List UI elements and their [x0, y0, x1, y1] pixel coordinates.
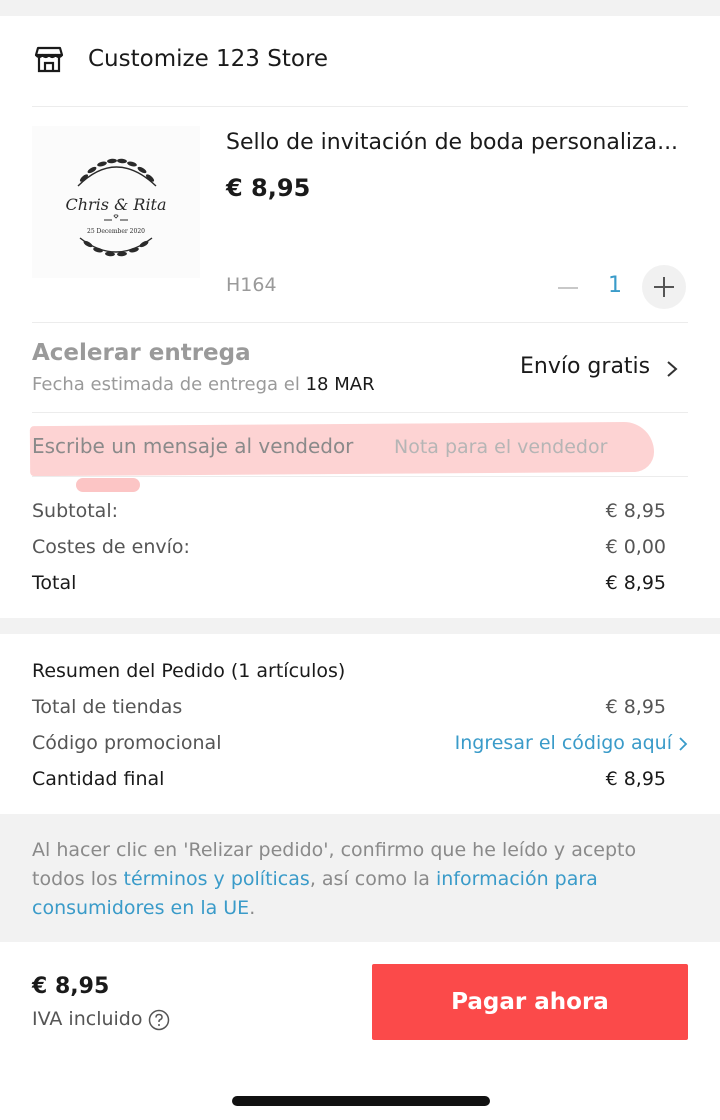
- vat-label: IVA incluido: [32, 1008, 143, 1030]
- svg-text:Chris & Rita: Chris & Rita: [65, 195, 166, 214]
- plus-icon: [654, 277, 674, 297]
- shipping-cost-label: Costes de envío:: [32, 536, 190, 558]
- quantity-decrease-button[interactable]: [548, 268, 588, 308]
- wreath-stamp-image: Chris & Rita 25 December 2020: [65, 158, 167, 257]
- seller-note-input[interactable]: [390, 432, 650, 462]
- delivery-option-title[interactable]: Acelerar entrega: [32, 340, 251, 366]
- product-price: € 8,95: [226, 174, 311, 202]
- product-image[interactable]: Chris & Rita 25 December 2020: [32, 126, 200, 278]
- subtotal-value: € 8,95: [605, 500, 666, 522]
- chevron-right-icon: [679, 736, 688, 751]
- checkout-footer: € 8,95 IVA incluido Pagar ahora: [0, 942, 720, 1120]
- product-sku: H164: [226, 274, 277, 296]
- legal-notice: Al hacer clic en 'Relizar pedido', confi…: [32, 836, 688, 923]
- highlight-marker-tail: [76, 478, 140, 492]
- footer-price: € 8,95: [32, 974, 110, 999]
- promo-code-link-text: Ingresar el código aquí: [454, 732, 672, 754]
- store-card: Customize 123 Store Chris & Rita 25 Dece…: [0, 16, 720, 618]
- store-header[interactable]: Customize 123 Store: [0, 16, 720, 106]
- total-value: € 8,95: [605, 572, 666, 594]
- total-label: Total: [32, 572, 77, 594]
- delivery-estimate-prefix: Fecha estimada de entrega el: [32, 374, 300, 395]
- home-indicator: [232, 1096, 490, 1106]
- legal-text: .: [249, 897, 256, 919]
- product-title[interactable]: Sello de invitación de boda personaliza.…: [226, 130, 696, 155]
- promo-code-label: Código promocional: [32, 732, 222, 754]
- stores-total-label: Total de tiendas: [32, 696, 183, 718]
- help-icon[interactable]: [148, 1009, 170, 1031]
- quantity-value[interactable]: 1: [600, 273, 630, 298]
- vat-included: IVA incluido: [32, 1008, 170, 1031]
- store-name: Customize 123 Store: [88, 46, 329, 72]
- subtotal-label: Subtotal:: [32, 500, 119, 522]
- svg-text:25 December 2020: 25 December 2020: [87, 228, 145, 235]
- stores-total-value: € 8,95: [605, 696, 666, 718]
- seller-message-label: Escribe un mensaje al vendedor: [32, 434, 354, 458]
- terms-link[interactable]: términos y políticas: [124, 868, 310, 890]
- chevron-right-icon: [667, 360, 678, 377]
- quantity-increase-button[interactable]: [642, 265, 686, 309]
- shipping-label: Envío gratis: [520, 354, 651, 379]
- order-summary-title: Resumen del Pedido (1 artículos): [32, 660, 346, 682]
- legal-text: , así como la: [309, 868, 436, 890]
- delivery-estimate: Fecha estimada de entrega el 18 MAR: [32, 374, 375, 395]
- delivery-date: 18 MAR: [305, 374, 375, 395]
- divider: [32, 476, 688, 477]
- divider: [32, 106, 688, 107]
- shipping-cost-value: € 0,00: [605, 536, 666, 558]
- shipping-option[interactable]: Envío gratis: [520, 354, 679, 384]
- promo-code-link[interactable]: Ingresar el código aquí: [455, 732, 688, 754]
- divider: [32, 412, 688, 413]
- store-icon: [34, 46, 64, 73]
- order-summary-card: Resumen del Pedido (1 artículos) Total d…: [0, 634, 720, 814]
- final-amount-value: € 8,95: [605, 768, 666, 790]
- pay-now-button[interactable]: Pagar ahora: [372, 964, 688, 1040]
- divider: [32, 322, 688, 323]
- final-amount-label: Cantidad final: [32, 768, 165, 790]
